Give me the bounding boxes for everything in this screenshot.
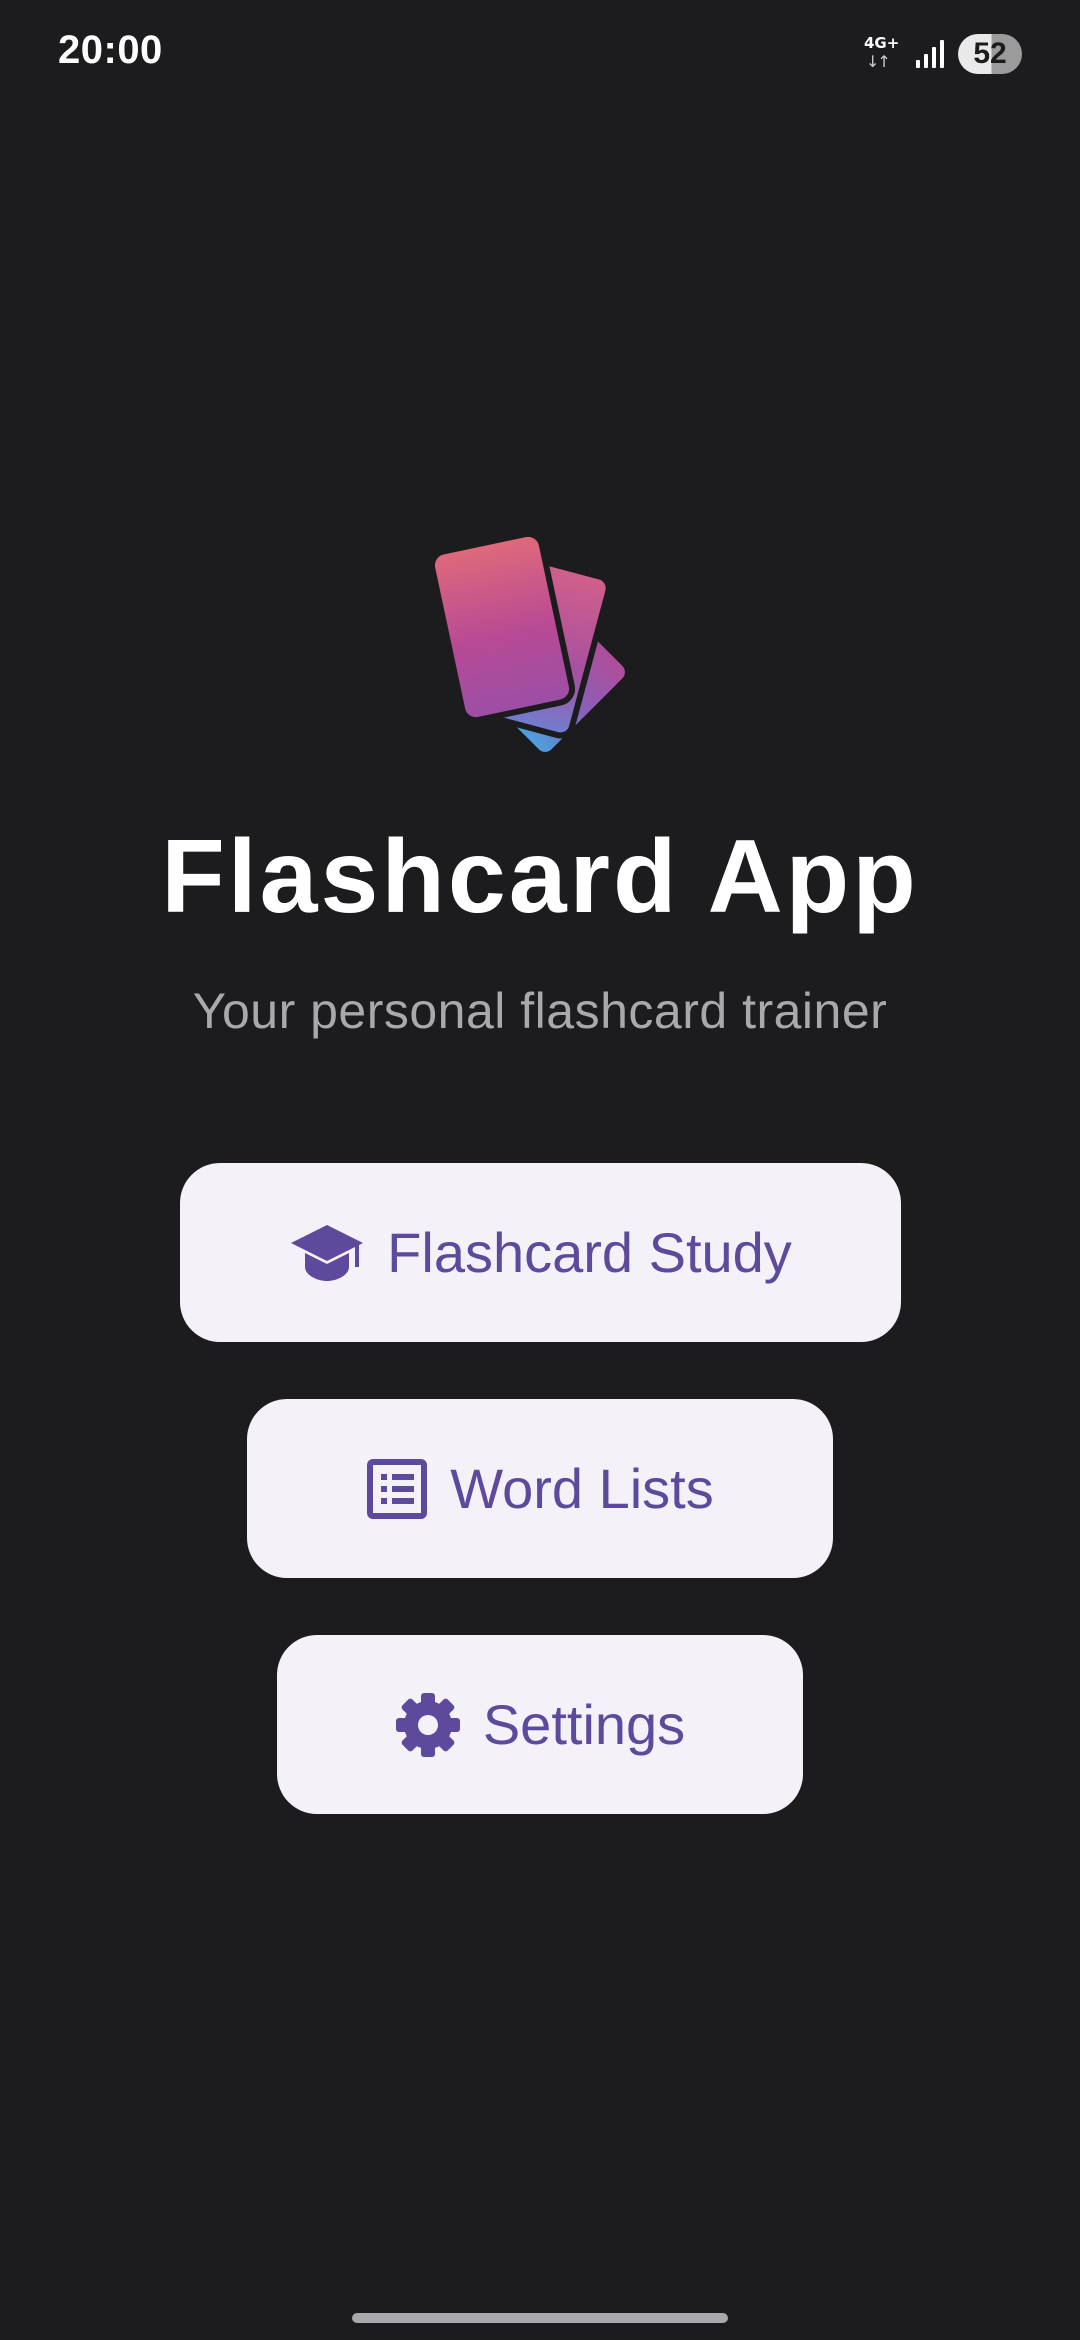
home-screen: 20:00 4G+ ↓↑ 52 Flashcard App Your perso… [0, 0, 1080, 2340]
flashcards-logo-icon [430, 530, 631, 755]
graduation-cap-icon [291, 1224, 364, 1281]
network-label: 4G+ [864, 34, 900, 52]
word-lists-label: Word Lists [450, 1457, 714, 1520]
settings-button[interactable]: Settings [277, 1635, 803, 1814]
network-4g-icon: 4G+ ↓↑ [864, 34, 902, 74]
app-title: Flashcard App [161, 819, 919, 935]
status-icons: 4G+ ↓↑ 52 [864, 32, 1022, 76]
status-bar: 20:00 4G+ ↓↑ 52 [0, 0, 1080, 110]
flashcard-study-label: Flashcard Study [387, 1221, 792, 1284]
status-time: 20:00 [58, 28, 163, 72]
home-indicator[interactable] [352, 2313, 728, 2323]
signal-icon [916, 40, 944, 68]
app-subtitle: Your personal flashcard trainer [192, 983, 888, 1039]
network-arrows: ↓↑ [866, 52, 891, 71]
word-lists-button[interactable]: Word Lists [247, 1399, 833, 1578]
list-icon [367, 1458, 428, 1519]
gear-icon [395, 1692, 460, 1757]
battery-level: 52 [973, 37, 1007, 70]
flashcard-study-button[interactable]: Flashcard Study [180, 1163, 901, 1342]
battery-icon: 52 [958, 34, 1022, 74]
settings-label: Settings [482, 1693, 686, 1756]
